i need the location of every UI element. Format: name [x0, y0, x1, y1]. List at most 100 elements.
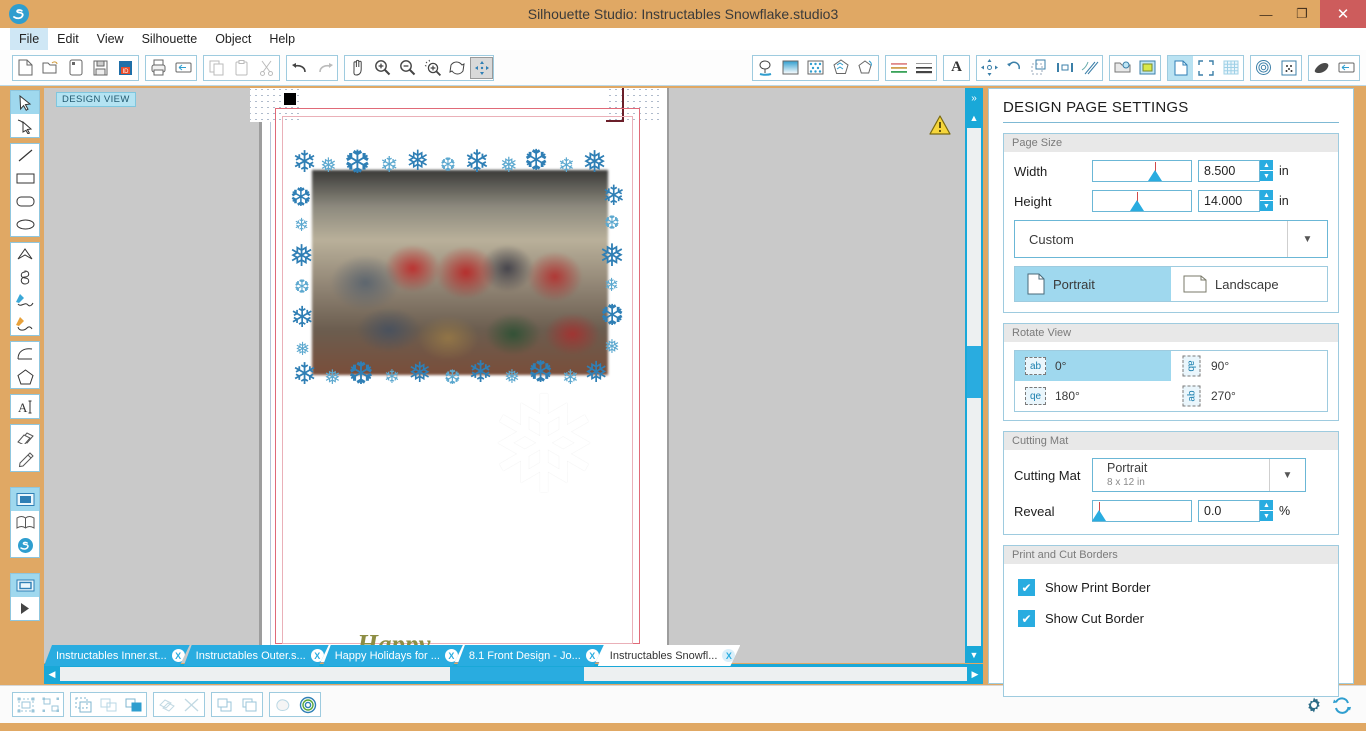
close-tab-icon[interactable]: X [722, 649, 735, 662]
replicate-icon[interactable] [1077, 56, 1102, 80]
document-tab[interactable]: Happy Holidays for ... X [323, 645, 463, 666]
width-stepper-up[interactable]: ▲ [1260, 160, 1273, 171]
menu-silhouette[interactable]: Silhouette [133, 28, 207, 50]
freehand-blue-tool[interactable] [11, 289, 39, 312]
show-print-border-row[interactable]: ✔ Show Print Border [1014, 572, 1328, 603]
grid-icon[interactable] [1218, 56, 1243, 80]
zoom-selection-button[interactable] [420, 56, 445, 80]
save-document-button[interactable] [63, 56, 88, 80]
paint-bucket-icon[interactable] [753, 56, 778, 80]
send-cut-icon[interactable] [1334, 56, 1359, 80]
blade-icon[interactable] [1309, 56, 1334, 80]
modify-button[interactable] [154, 693, 179, 717]
fit-to-window-button[interactable] [470, 56, 493, 79]
rotate-180-option[interactable]: qe 180° [1015, 381, 1171, 411]
warning-triangle-icon[interactable] [928, 114, 952, 136]
menu-object[interactable]: Object [206, 28, 260, 50]
reveal-slider-thumb[interactable] [1092, 510, 1106, 521]
release-compound-path-button[interactable] [96, 693, 121, 717]
line-color-icon[interactable] [886, 56, 911, 80]
vscroll-down-button[interactable]: ▼ [965, 647, 983, 663]
ungroup-button[interactable] [38, 693, 63, 717]
design-canvas[interactable]: ❄ ❅ ❆ ❄ ❅ ❆ ❄ ❅ ❆ ❄ ❅ ❆ ❄ ❅ ❆ ❄ ❅ ❄ ❆ ❅ … [44, 88, 982, 663]
trace-dots-icon[interactable] [1276, 56, 1301, 80]
detach-button[interactable] [179, 693, 204, 717]
menu-edit[interactable]: Edit [48, 28, 88, 50]
expand-panel-button[interactable]: » [965, 88, 983, 108]
hscroll-thumb[interactable] [450, 667, 584, 681]
reveal-slider[interactable] [1092, 500, 1192, 522]
save-as-button[interactable] [88, 56, 113, 80]
rounded-rectangle-tool[interactable] [11, 190, 39, 213]
chevron-down-icon[interactable]: ▼ [1269, 459, 1305, 491]
scale-icon[interactable] [1027, 56, 1052, 80]
height-input[interactable]: 14.000 [1198, 190, 1260, 212]
vscroll-thumb[interactable] [967, 346, 981, 398]
ellipse-tool[interactable] [11, 213, 39, 236]
height-slider[interactable] [1092, 190, 1192, 212]
edit-points-tool[interactable] [11, 114, 39, 137]
reveal-stepper[interactable]: ▲ ▼ [1260, 500, 1273, 522]
text-a-icon[interactable]: A [944, 56, 969, 80]
spiral-offset-icon[interactable] [1251, 56, 1276, 80]
page-size-preset-dropdown[interactable]: Custom ▼ [1014, 220, 1328, 258]
print-button[interactable] [146, 56, 171, 80]
width-stepper[interactable]: ▲ ▼ [1260, 160, 1273, 182]
design-view-tool[interactable] [11, 574, 39, 597]
pattern-shape-icon[interactable] [828, 56, 853, 80]
silhouette-store-tool[interactable] [11, 534, 39, 557]
save-to-library-button[interactable]: ID [113, 56, 138, 80]
rotate-0-option[interactable]: ab 0° [1015, 351, 1171, 381]
checkmark-icon[interactable]: ✔ [1018, 579, 1035, 596]
landscape-option[interactable]: Landscape [1171, 267, 1327, 301]
undo-button[interactable] [287, 56, 312, 80]
paste-button[interactable] [229, 56, 254, 80]
cutting-mat-dropdown[interactable]: Portrait 8 x 12 in ▼ [1092, 458, 1306, 492]
reveal-stepper-up[interactable]: ▲ [1260, 500, 1273, 511]
width-slider[interactable] [1092, 160, 1192, 182]
close-tab-icon[interactable]: X [445, 649, 458, 662]
rotate-270-option[interactable]: ab 270° [1171, 381, 1327, 411]
document-tab[interactable]: 8.1 Front Design - Jo... X [457, 645, 604, 666]
print-preview-icon[interactable] [1135, 56, 1160, 80]
freehand-orange-tool[interactable] [11, 312, 39, 335]
cut-button[interactable] [254, 56, 279, 80]
document-tab[interactable]: Instructables Inner.st... X [44, 645, 190, 666]
width-slider-thumb[interactable] [1148, 170, 1162, 181]
open-document-button[interactable] [38, 56, 63, 80]
pan-tool-button[interactable] [345, 56, 370, 80]
line-style-icon[interactable] [911, 56, 936, 80]
send-to-silhouette-button[interactable] [171, 56, 196, 80]
zoom-in-button[interactable] [370, 56, 395, 80]
close-tab-icon[interactable]: X [586, 649, 599, 662]
offset-shape-button[interactable] [270, 693, 295, 717]
document-tab-active[interactable]: Instructables Snowfl... X [598, 645, 741, 666]
close-tab-icon[interactable]: X [172, 649, 185, 662]
eraser-tool[interactable] [11, 425, 39, 448]
reg-marks-icon[interactable] [1193, 56, 1218, 80]
portrait-option[interactable]: Portrait [1015, 267, 1171, 301]
rectangle-tool[interactable] [11, 167, 39, 190]
photo-with-snowflake-frame[interactable]: ❄ ❅ ❆ ❄ ❅ ❆ ❄ ❅ ❆ ❄ ❅ ❆ ❄ ❅ ❆ ❄ ❅ ❄ ❆ ❅ … [289, 146, 625, 396]
select-tool[interactable] [11, 91, 39, 114]
arc-tool[interactable] [11, 342, 39, 365]
rotate-icon[interactable] [1002, 56, 1027, 80]
reveal-stepper-down[interactable]: ▼ [1260, 511, 1273, 522]
curve-tool[interactable] [11, 266, 39, 289]
design-page-panel-tool[interactable] [11, 488, 39, 511]
zoom-out-button[interactable] [395, 56, 420, 80]
make-compound-path-button[interactable] [71, 693, 96, 717]
refresh-sync-icon[interactable] [1332, 695, 1352, 715]
gradient-square-icon[interactable] [778, 56, 803, 80]
line-tool[interactable] [11, 144, 39, 167]
checkmark-icon[interactable]: ✔ [1018, 610, 1035, 627]
chevron-down-icon[interactable]: ▼ [1287, 221, 1327, 257]
pentagon-tool[interactable] [11, 365, 39, 388]
height-stepper[interactable]: ▲ ▼ [1260, 190, 1273, 212]
close-button[interactable]: ✕ [1320, 0, 1366, 28]
send-view-tool[interactable] [11, 597, 39, 620]
move-arrows-icon[interactable] [977, 56, 1002, 80]
gear-icon[interactable] [1304, 695, 1324, 715]
group-button[interactable] [13, 693, 38, 717]
weld-button[interactable] [121, 693, 146, 717]
